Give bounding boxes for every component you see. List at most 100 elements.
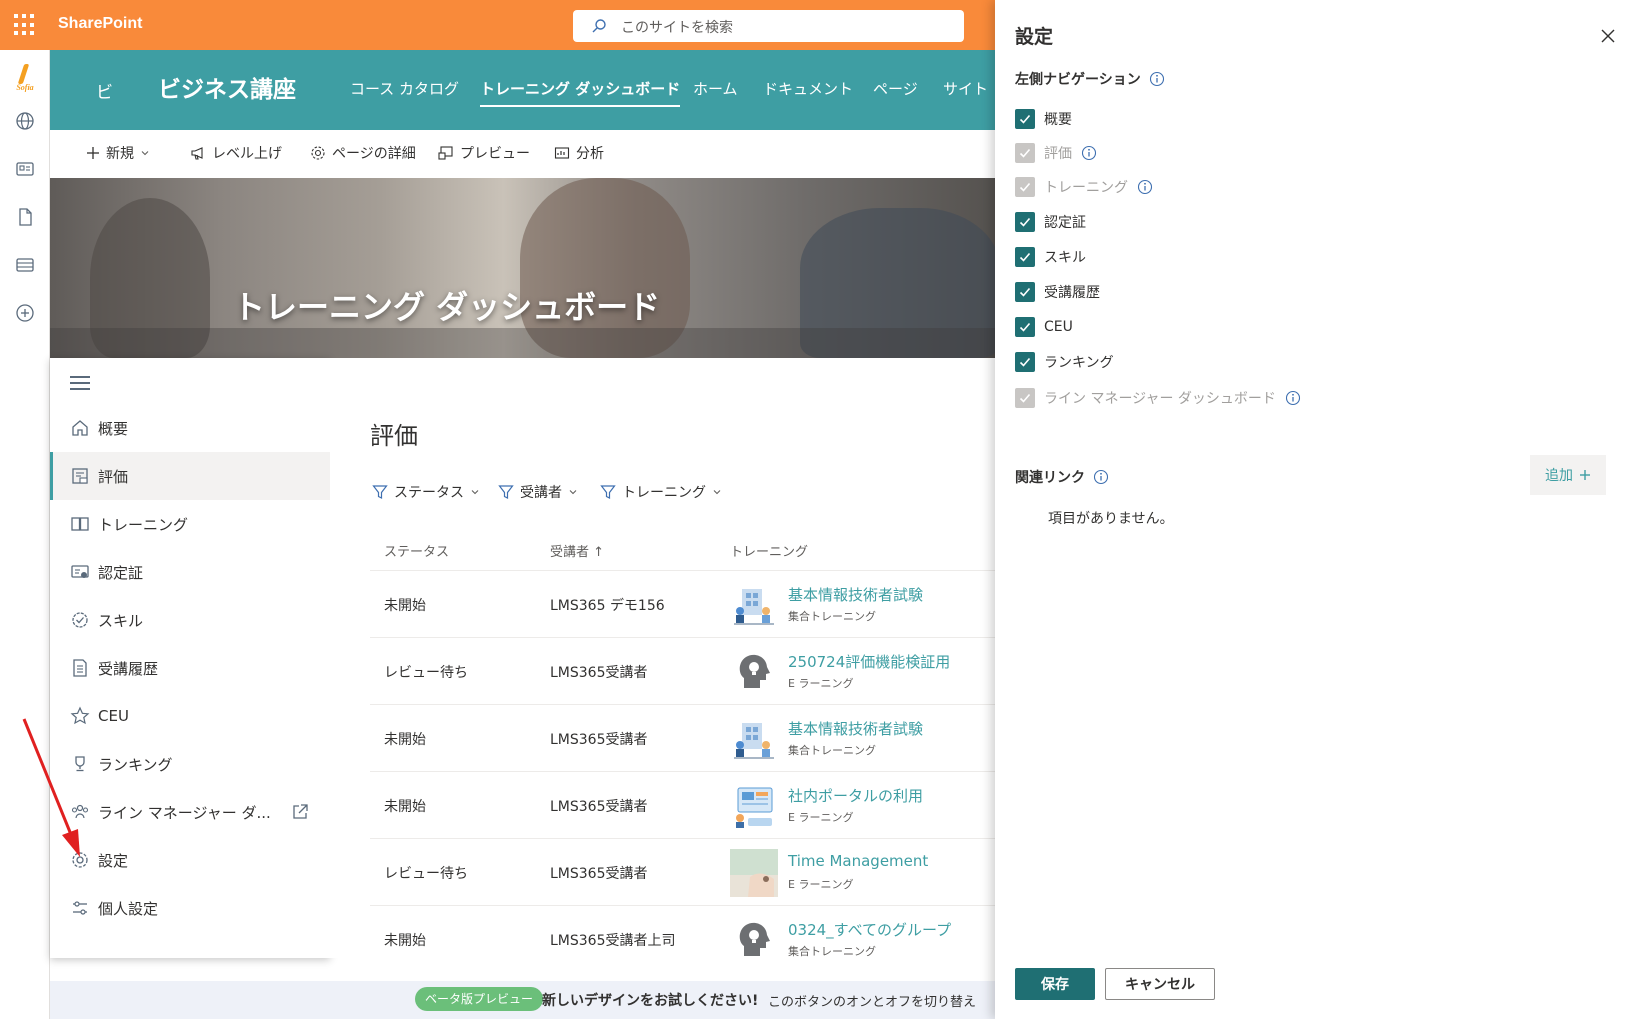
checkbox-skills[interactable]: スキル xyxy=(1015,245,1086,269)
analytics-icon xyxy=(554,147,570,159)
new-button[interactable]: 新規 xyxy=(86,143,150,163)
star-icon xyxy=(70,706,90,725)
globe-icon[interactable] xyxy=(14,110,36,132)
checkbox-overview[interactable]: 概要 xyxy=(1015,107,1072,131)
column-header-learner[interactable]: 受講者 ↑ xyxy=(550,541,604,560)
column-header-training[interactable]: トレーニング xyxy=(730,541,808,560)
nav-item-ceu[interactable]: CEU xyxy=(50,692,330,740)
news-icon[interactable] xyxy=(14,158,36,180)
row-training-link[interactable]: Time Management xyxy=(788,852,928,870)
nav-item-certificates[interactable]: 認定証 xyxy=(50,548,330,596)
related-links-section-heading: 関連リンク xyxy=(1015,467,1109,487)
site-logo[interactable]: ビ xyxy=(96,78,113,103)
sliders-icon xyxy=(73,901,87,915)
table-row[interactable]: レビュー待ち LMS365受講者 Time Management E ラーニング xyxy=(370,838,995,905)
page-title: 評価 xyxy=(370,422,418,450)
nav-item-skills[interactable]: スキル xyxy=(50,596,330,644)
info-icon[interactable] xyxy=(1285,390,1301,406)
row-training-type: E ラーニング xyxy=(788,811,854,824)
add-circle-icon[interactable] xyxy=(14,302,36,324)
nav-item-label: 個人設定 xyxy=(98,899,159,918)
checkbox-evaluation[interactable]: 評価 xyxy=(1015,141,1097,165)
info-icon[interactable] xyxy=(1137,179,1153,195)
hamburger-menu-icon[interactable] xyxy=(70,376,90,390)
chevron-down-icon xyxy=(471,490,479,495)
table-row[interactable]: レビュー待ち LMS365受講者 250724評価機能検証用 E ラーニング xyxy=(370,637,995,704)
nav-item-evaluation[interactable]: 評価 xyxy=(50,452,330,500)
nav-item-line-manager-dashboard[interactable]: ライン マネージャー ダ... xyxy=(50,788,330,836)
left-nav-section-heading: 左側ナビゲーション xyxy=(1015,69,1165,89)
topnav-home[interactable]: ホーム xyxy=(693,78,738,99)
table-row[interactable]: 未開始 LMS365受講者 基本情報技術者試験 集合トレーニング xyxy=(370,704,995,771)
people-icon xyxy=(71,804,89,819)
site-title[interactable]: ビジネス講座 xyxy=(158,70,296,104)
checkbox-certificates[interactable]: 認定証 xyxy=(1015,210,1086,234)
filter-label: 受講者 xyxy=(520,485,562,501)
checkbox-history[interactable]: 受講履歴 xyxy=(1015,280,1100,304)
checkbox-checked-icon xyxy=(1015,109,1035,129)
row-learner: LMS365 デモ156 xyxy=(550,598,665,614)
sharepoint-brand[interactable]: SharePoint xyxy=(58,15,142,33)
checkbox-checked-icon xyxy=(1015,143,1035,163)
open-external-icon[interactable] xyxy=(290,802,310,822)
beta-badge[interactable]: ベータ版プレビュー xyxy=(415,987,544,1011)
checkbox-line-manager-dashboard[interactable]: ライン マネージャー ダッシュボード xyxy=(1015,386,1301,410)
row-training-link[interactable]: 250724評価機能検証用 xyxy=(788,651,950,672)
checkbox-ceu[interactable]: CEU xyxy=(1015,315,1073,339)
checkbox-training[interactable]: トレーニング xyxy=(1015,175,1153,199)
table-row[interactable]: 未開始 LMS365受講者 社内ポータルの利用 E ラーニング xyxy=(370,771,995,838)
checkbox-checked-icon xyxy=(1015,177,1035,197)
save-button[interactable]: 保存 xyxy=(1015,968,1095,1000)
site-search-box[interactable]: このサイトを検索 xyxy=(573,10,964,42)
promote-button[interactable]: レベル上げ xyxy=(190,143,282,163)
nav-item-settings[interactable]: 設定 xyxy=(50,836,330,884)
close-icon[interactable] xyxy=(1600,28,1616,44)
filter-learner[interactable]: 受講者 xyxy=(498,482,578,502)
topnav-training-dashboard[interactable]: トレーニング ダッシュボード xyxy=(480,78,681,107)
beta-preview-bar: ベータ版プレビュー 新しいデザインをお試しください! このボタンのオンとオフを切… xyxy=(50,981,995,1019)
nav-item-overview[interactable]: 概要 xyxy=(50,404,330,452)
info-icon[interactable] xyxy=(1093,469,1109,485)
row-training-link[interactable]: 基本情報技術者試験 xyxy=(788,718,923,739)
row-training-type: 集合トレーニング xyxy=(788,744,876,757)
row-training-link[interactable]: 社内ポータルの利用 xyxy=(788,785,923,806)
add-link-button[interactable]: 追加 xyxy=(1530,455,1606,495)
topnav-pages[interactable]: ページ xyxy=(873,78,918,99)
row-learner: LMS365受講者 xyxy=(550,665,648,681)
nav-item-ranking[interactable]: ランキング xyxy=(50,740,330,788)
topnav-documents[interactable]: ドキュメント xyxy=(763,78,853,99)
filter-training[interactable]: トレーニング xyxy=(600,482,722,502)
checkbox-label: CEU xyxy=(1044,319,1073,335)
document-list-icon xyxy=(73,659,87,677)
app-launcher-icon[interactable] xyxy=(14,14,36,36)
nav-item-history[interactable]: 受講履歴 xyxy=(50,644,330,692)
page-details-button[interactable]: ページの詳細 xyxy=(310,143,416,163)
nav-item-personal-settings[interactable]: 個人設定 xyxy=(50,884,330,932)
checkbox-ranking[interactable]: ランキング xyxy=(1015,350,1114,374)
command-bar: 新規 レベル上げ ページの詳細 プレビュー 分析 xyxy=(50,130,995,178)
beta-description: このボタンのオンとオフを切り替え xyxy=(768,995,977,1010)
checkbox-label: ライン マネージャー ダッシュボード xyxy=(1044,391,1276,407)
cancel-button[interactable]: キャンセル xyxy=(1105,968,1215,1000)
info-icon[interactable] xyxy=(1149,71,1165,87)
row-training-link[interactable]: 0324_すべてのグループ xyxy=(788,919,951,940)
app-bar: Sofia xyxy=(0,50,50,1019)
table-row[interactable]: 未開始 LMS365受講者上司 0324_すべてのグループ 集合トレーニング xyxy=(370,905,995,972)
topnav-site[interactable]: サイト xyxy=(943,78,988,99)
row-training-link[interactable]: 基本情報技術者試験 xyxy=(788,584,923,605)
table-row[interactable]: 未開始 LMS365 デモ156 基本情報技術者試験 集合トレーニング xyxy=(370,570,995,637)
topnav-course-catalog[interactable]: コース カタログ xyxy=(350,78,459,99)
nav-item-label: 認定証 xyxy=(98,563,144,582)
search-icon xyxy=(592,19,606,33)
office-illustration-thumbnail xyxy=(734,589,774,625)
analytics-button[interactable]: 分析 xyxy=(554,143,604,163)
file-icon[interactable] xyxy=(14,206,36,228)
info-icon[interactable] xyxy=(1081,145,1097,161)
list-icon[interactable] xyxy=(14,254,36,276)
filter-status[interactable]: ステータス xyxy=(372,482,480,502)
sofia-logo[interactable]: Sofia xyxy=(12,64,38,94)
column-header-status[interactable]: ステータス xyxy=(384,541,449,560)
nav-item-training[interactable]: トレーニング xyxy=(50,500,330,548)
preview-button[interactable]: プレビュー xyxy=(438,143,530,163)
checkbox-label: ランキング xyxy=(1044,355,1114,371)
